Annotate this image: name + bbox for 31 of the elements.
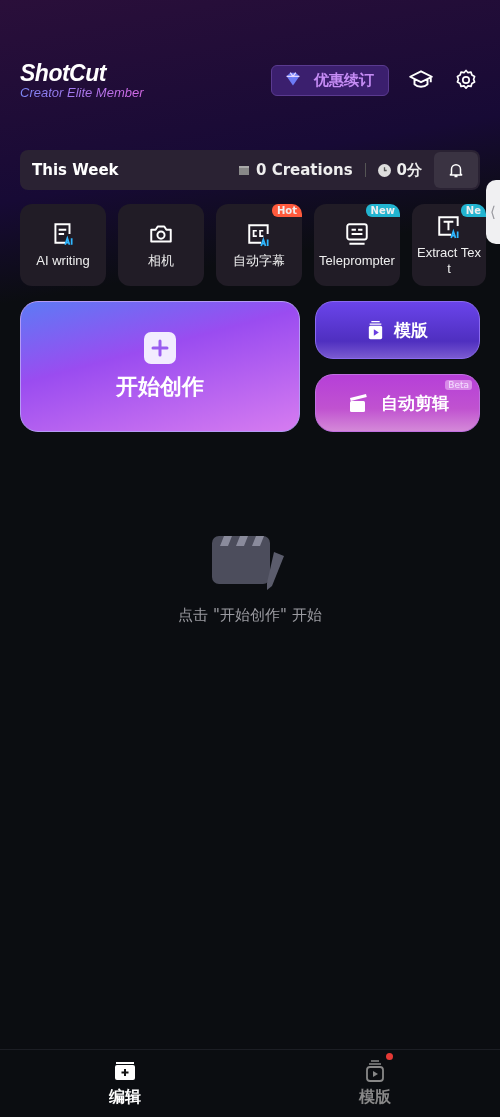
captions-ai-icon [246,221,272,247]
empty-state-hint: 点击 "开始创作" 开始 [178,606,322,625]
tool-badge: Hot [271,204,302,217]
nav-tab[interactable]: 模版 [250,1050,500,1117]
monitor-text-icon [344,221,370,247]
logo: ShotCut [20,60,108,85]
nav-tab[interactable]: 编辑 [0,1050,250,1117]
text-ai-icon [436,213,462,239]
tool-button[interactable]: AI writing [20,204,106,286]
creations-count: 0 Creations [255,161,353,179]
start-creating-button[interactable]: 开始创作 [20,301,300,432]
bell-icon [447,161,465,179]
template-icon [363,1059,387,1083]
settings-icon[interactable] [454,68,478,92]
promo-button[interactable]: 优惠续订 [271,64,389,96]
period-label: This Week [32,161,119,179]
tool-button[interactable]: New Teleprompter [314,204,400,286]
duration-count: 0分 [396,160,422,180]
clapperboard-plus-icon [113,1059,137,1083]
tool-button[interactable]: Ne Extract Text [412,204,486,286]
tool-button[interactable]: 相机 [118,204,204,286]
plus-icon [144,331,176,364]
notification-button[interactable] [434,152,478,188]
clock-icon [377,163,391,177]
auto-edit-button[interactable]: Beta 自动剪辑 [315,374,480,432]
template-button[interactable]: 模版 [315,301,480,359]
tool-badge: New [365,204,400,217]
beta-badge: Beta [445,380,472,390]
tool-button[interactable]: Hot 自动字幕 [216,204,302,286]
template-icon [367,320,384,340]
tool-badge: Ne [460,204,486,217]
